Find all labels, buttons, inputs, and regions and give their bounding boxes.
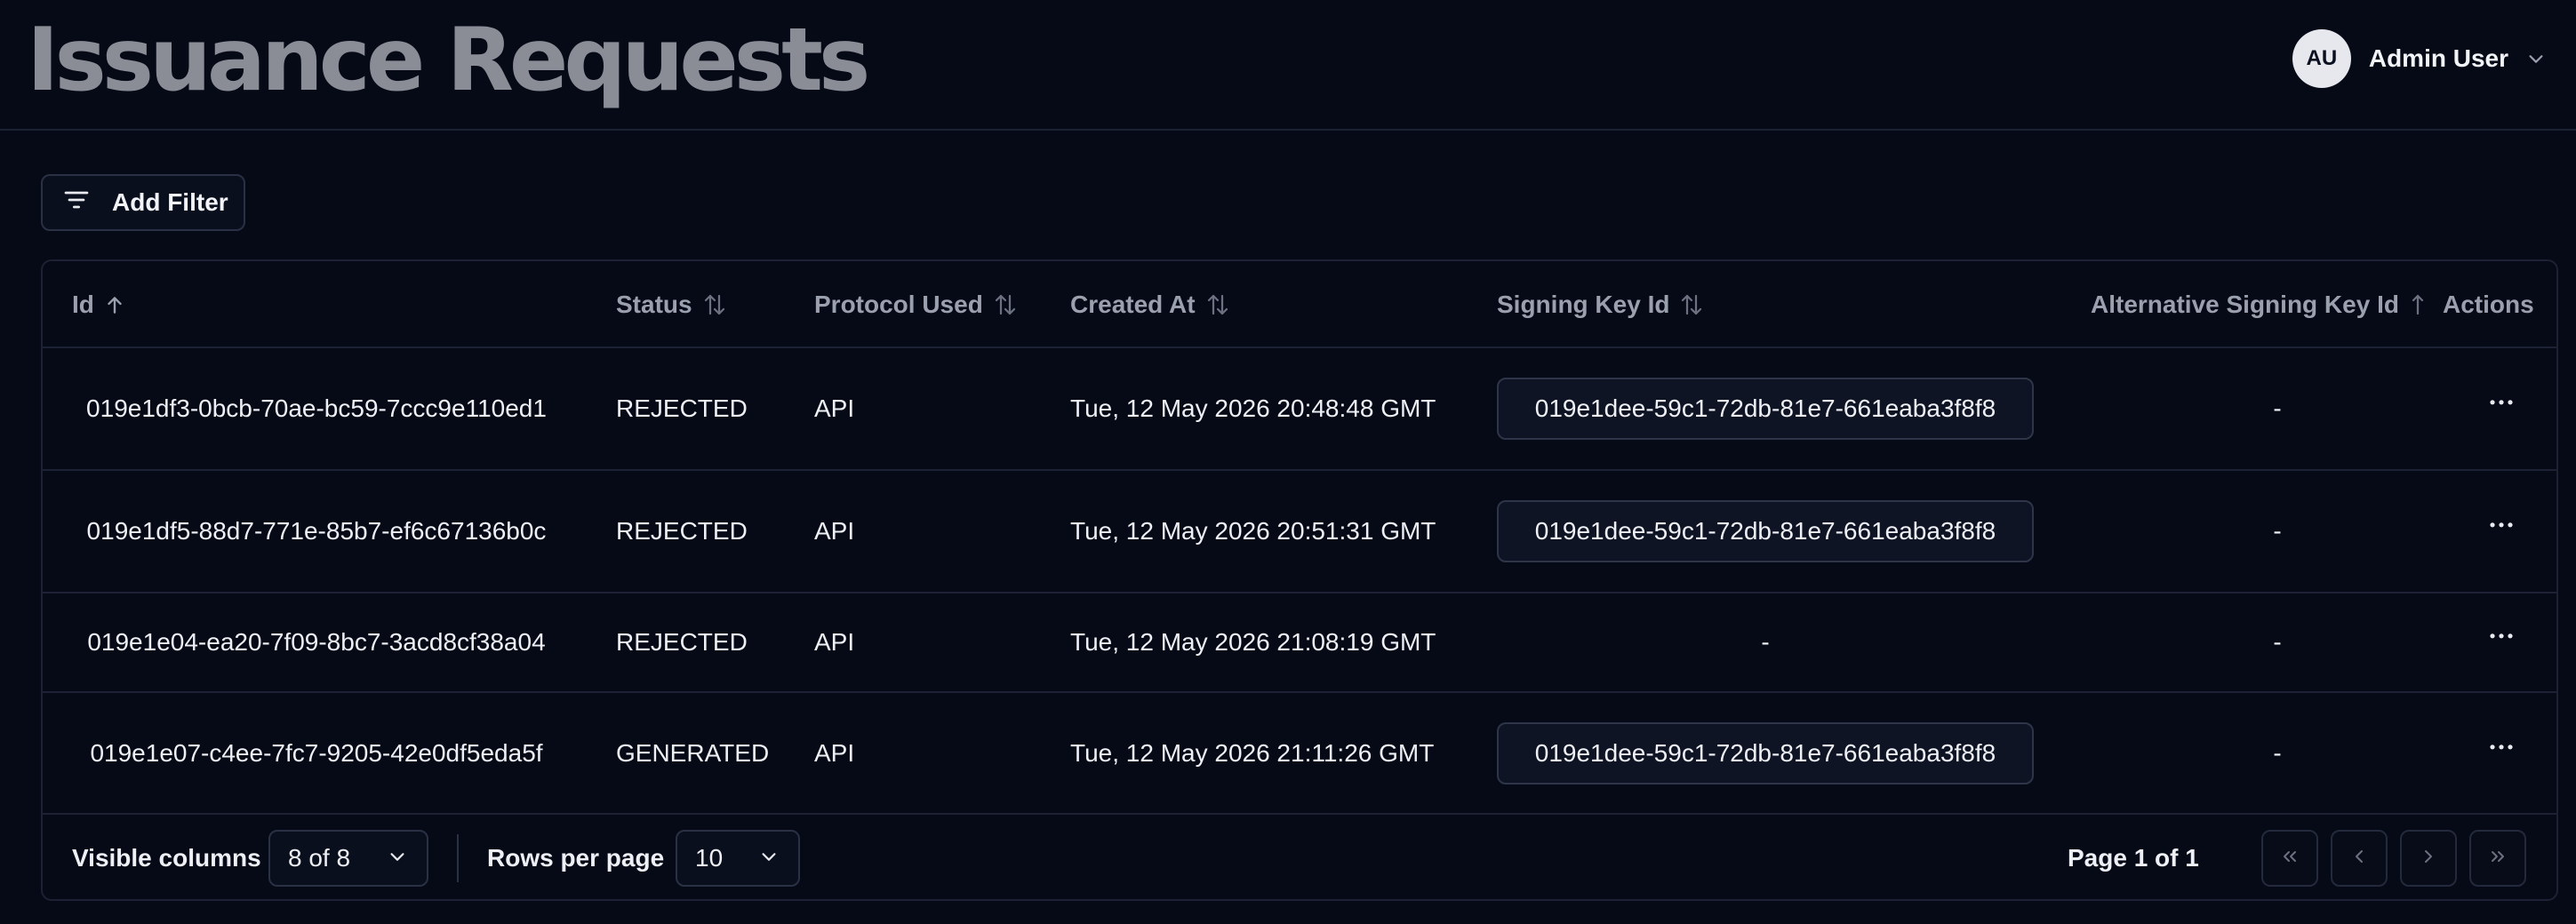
chevrons-left-icon xyxy=(2279,846,2300,872)
add-filter-label: Add Filter xyxy=(112,188,228,216)
more-horizontal-icon[interactable] xyxy=(2484,507,2519,543)
more-horizontal-icon[interactable] xyxy=(2484,618,2519,654)
first-page-button[interactable] xyxy=(2261,830,2318,887)
alt-signing-key-value: - xyxy=(2273,628,2282,656)
chevron-down-icon xyxy=(759,844,779,872)
table-row[interactable]: 019e1e07-c4ee-7fc7-9205-42e0df5eda5f GEN… xyxy=(43,693,2556,815)
chevron-down-icon xyxy=(2526,49,2546,68)
user-menu[interactable]: AU Admin User xyxy=(2292,29,2546,88)
table-row[interactable]: 019e1df5-88d7-771e-85b7-ef6c67136b0c REJ… xyxy=(43,471,2556,593)
signing-key-badge[interactable]: 019e1dee-59c1-72db-81e7-661eaba3f8f8 xyxy=(1497,721,2034,785)
request-id: 019e1e04-ea20-7f09-8bc7-3acd8cf38a04 xyxy=(87,628,546,656)
chevron-right-icon xyxy=(2418,846,2439,872)
column-header-alt-signing-key-id[interactable]: Alternative Signing Key Id xyxy=(2091,261,2428,348)
previous-page-button[interactable] xyxy=(2331,830,2388,887)
avatar: AU xyxy=(2292,29,2351,88)
page-info: Page 1 of 1 xyxy=(2068,843,2199,872)
table-header: Id Status Protocol Used Created At Signi… xyxy=(43,261,2556,348)
status-value: REJECTED xyxy=(616,394,748,422)
issuance-requests-table: Id Status Protocol Used Created At Signi… xyxy=(41,259,2558,901)
created-at-value: Tue, 12 May 2026 20:51:31 GMT xyxy=(1070,517,1436,545)
more-horizontal-icon[interactable] xyxy=(2484,729,2519,764)
request-id: 019e1df5-88d7-771e-85b7-ef6c67136b0c xyxy=(86,517,547,545)
chevron-down-icon xyxy=(388,844,407,872)
rows-per-page-label: Rows per page xyxy=(487,843,665,872)
request-id: 019e1df3-0bcb-70ae-bc59-7ccc9e110ed1 xyxy=(86,394,547,422)
column-header-id[interactable]: Id xyxy=(72,261,126,348)
alt-signing-key-value: - xyxy=(2273,738,2282,767)
protocol-value: API xyxy=(814,738,855,767)
last-page-button[interactable] xyxy=(2469,830,2526,887)
created-at-value: Tue, 12 May 2026 21:08:19 GMT xyxy=(1070,628,1436,656)
sort-arrows-icon xyxy=(2408,291,2428,318)
protocol-value: API xyxy=(814,394,855,422)
sort-arrows-icon xyxy=(701,291,728,318)
rows-per-page-select[interactable]: 10 xyxy=(676,830,800,887)
user-name: Admin User xyxy=(2368,44,2508,72)
status-value: REJECTED xyxy=(616,628,748,656)
column-header-actions: Actions xyxy=(2443,291,2534,318)
table-row[interactable]: 019e1df3-0bcb-70ae-bc59-7ccc9e110ed1 REJ… xyxy=(43,348,2556,471)
column-header-status[interactable]: Status xyxy=(616,261,728,348)
created-at-value: Tue, 12 May 2026 20:48:48 GMT xyxy=(1070,394,1436,422)
request-id: 019e1e07-c4ee-7fc7-9205-42e0df5eda5f xyxy=(90,738,543,767)
alt-signing-key-value: - xyxy=(2273,394,2282,422)
created-at-value: Tue, 12 May 2026 21:11:26 GMT xyxy=(1070,738,1435,767)
filter-lines-icon xyxy=(62,186,91,220)
next-page-button[interactable] xyxy=(2400,830,2457,887)
page-header: Issuance Requests AU Admin User xyxy=(0,0,2576,131)
status-value: REJECTED xyxy=(616,517,748,545)
arrow-up-icon xyxy=(103,293,126,316)
sort-arrows-icon xyxy=(1204,291,1231,318)
add-filter-button[interactable]: Add Filter xyxy=(41,174,245,231)
alt-signing-key-value: - xyxy=(2273,517,2282,545)
sort-arrows-icon xyxy=(1678,291,1705,318)
rows-per-page-value: 10 xyxy=(695,844,724,872)
page-title: Issuance Requests xyxy=(27,10,870,111)
protocol-value: API xyxy=(814,517,855,545)
table-row[interactable]: 019e1e04-ea20-7f09-8bc7-3acd8cf38a04 REJ… xyxy=(43,593,2556,693)
signing-key-badge[interactable]: 019e1dee-59c1-72db-81e7-661eaba3f8f8 xyxy=(1497,378,2034,440)
signing-key-value: - xyxy=(1761,628,1770,656)
more-horizontal-icon[interactable] xyxy=(2484,385,2519,420)
chevrons-right-icon xyxy=(2487,846,2508,872)
column-header-signing-key-id[interactable]: Signing Key Id xyxy=(1497,261,1705,348)
column-header-protocol[interactable]: Protocol Used xyxy=(814,261,1019,348)
table-footer: Visible columns 8 of 8 Rows per page 10 … xyxy=(43,815,2556,899)
visible-columns-select[interactable]: 8 of 8 xyxy=(268,830,428,887)
status-value: GENERATED xyxy=(616,738,770,767)
footer-divider xyxy=(457,834,459,882)
protocol-value: API xyxy=(814,628,855,656)
visible-columns-label: Visible columns xyxy=(72,843,261,872)
visible-columns-value: 8 of 8 xyxy=(288,844,351,872)
sort-arrows-icon xyxy=(992,291,1019,318)
signing-key-badge[interactable]: 019e1dee-59c1-72db-81e7-661eaba3f8f8 xyxy=(1497,500,2034,562)
chevron-left-icon xyxy=(2348,846,2370,872)
column-header-created-at[interactable]: Created At xyxy=(1070,261,1231,348)
